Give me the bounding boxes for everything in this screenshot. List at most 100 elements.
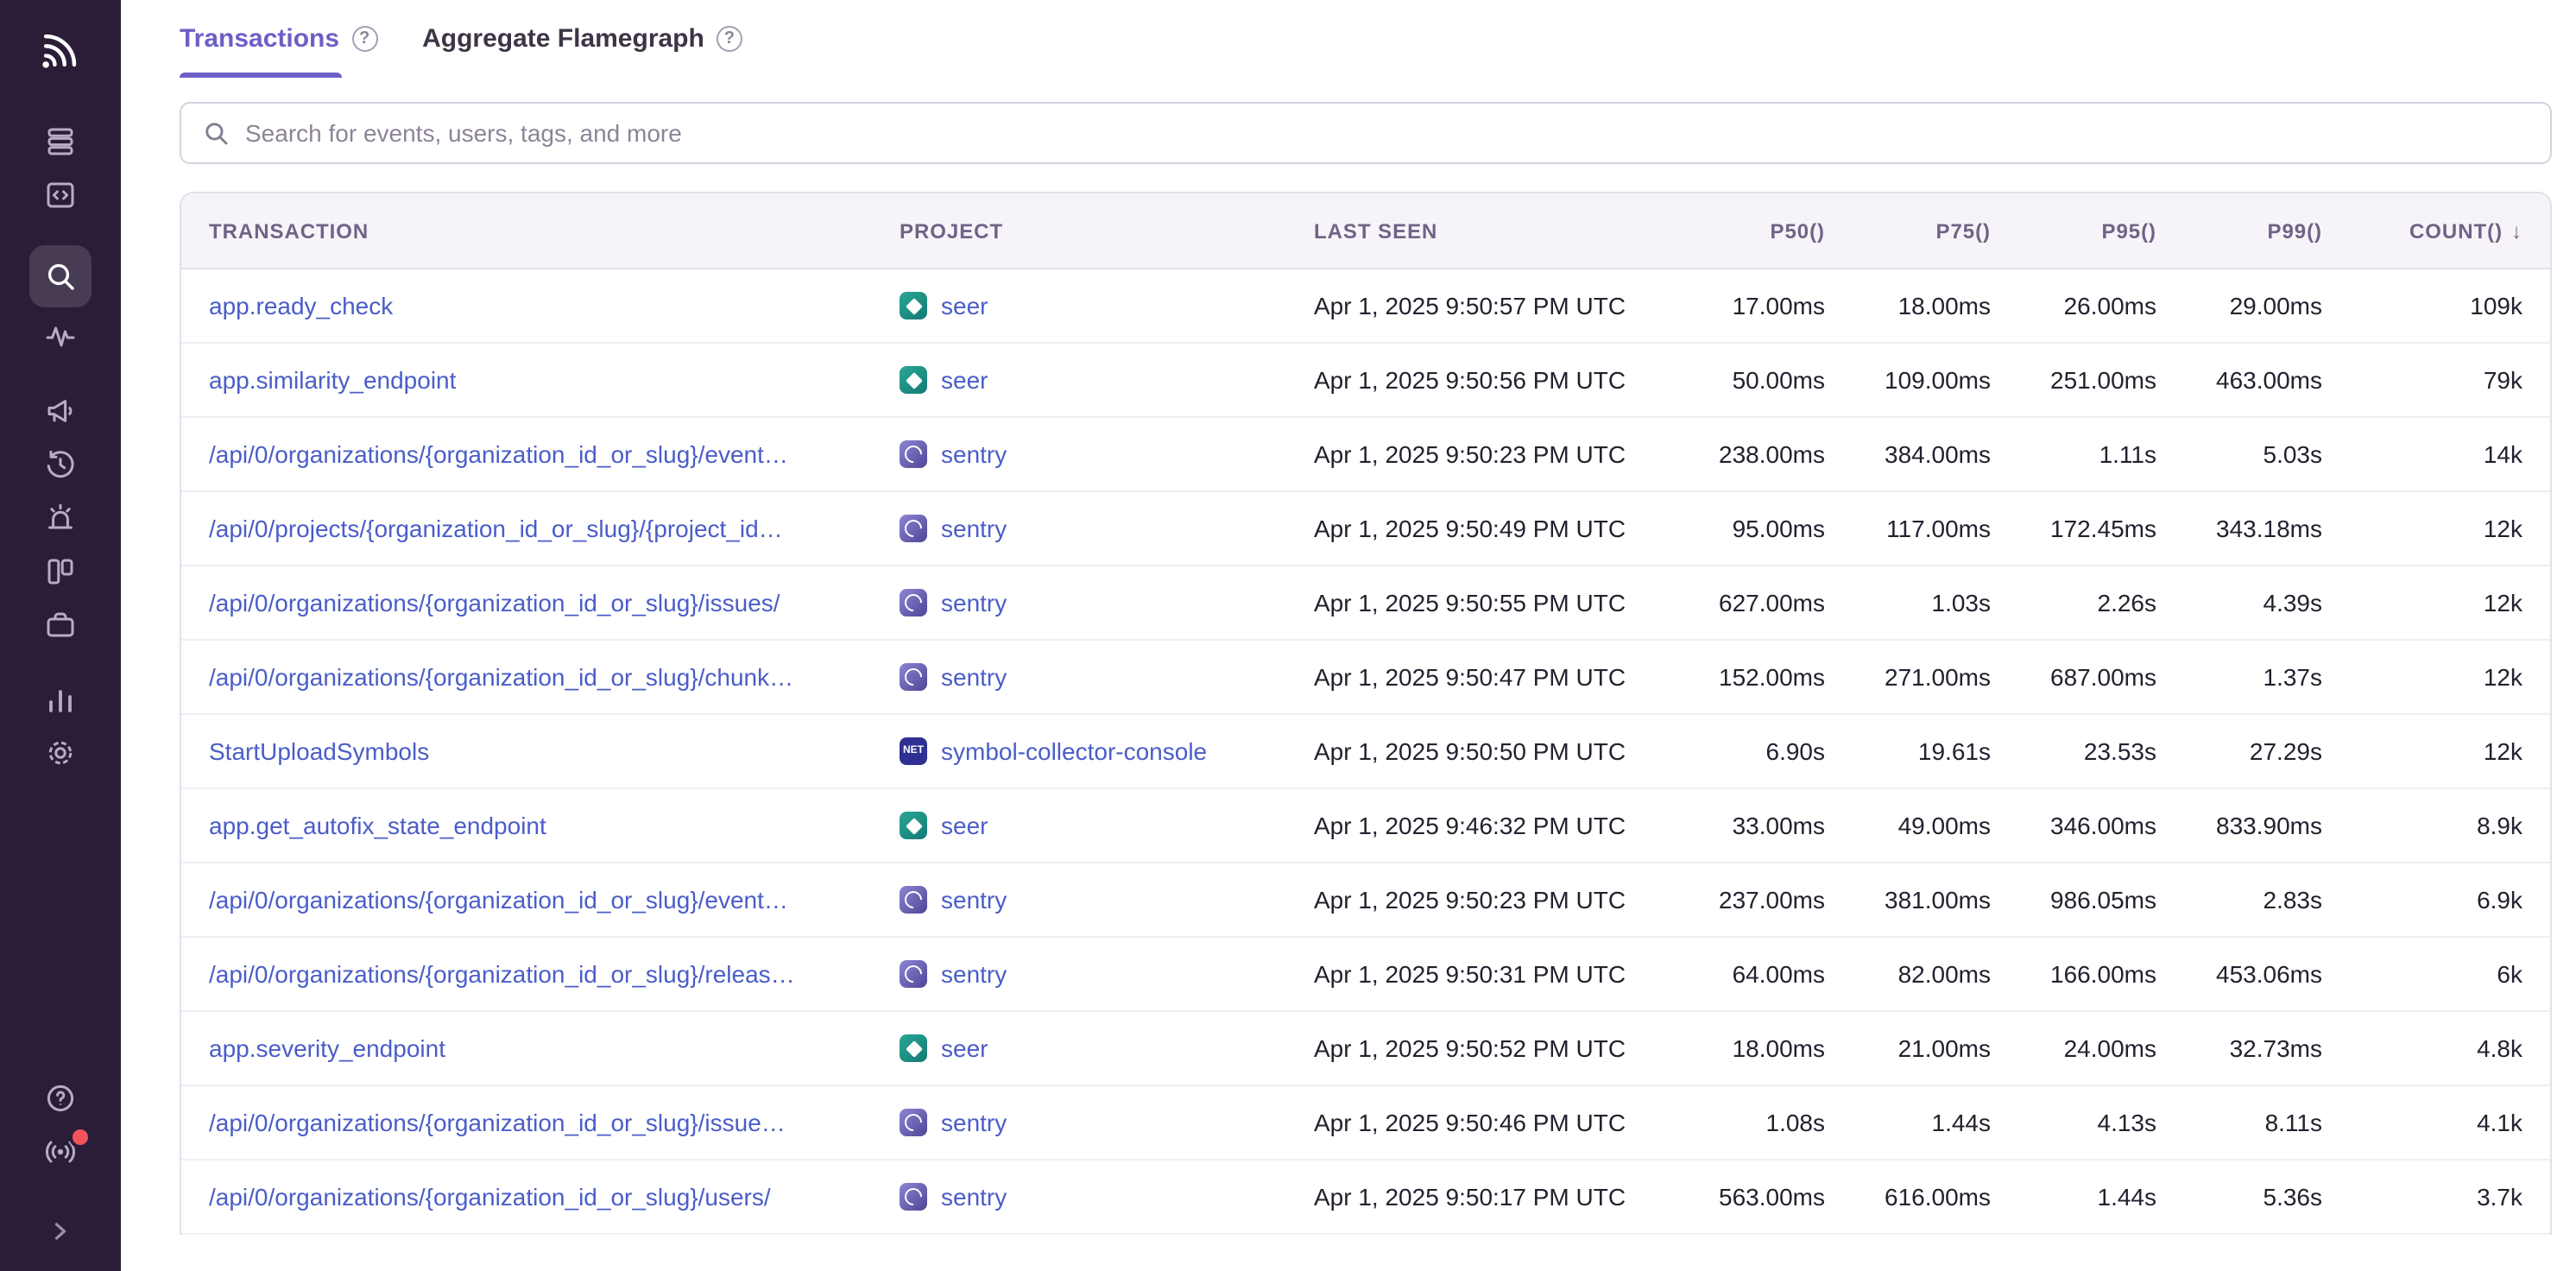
count-value: 12k xyxy=(2350,515,2550,542)
tab-transactions-label: Transactions xyxy=(180,24,339,54)
sidebar-collapse-toggle[interactable] xyxy=(29,1209,92,1254)
last-seen-value: Apr 1, 2025 9:46:32 PM UTC xyxy=(1286,812,1687,839)
p95-value: 251.00ms xyxy=(2018,366,2184,394)
sidebar-item-search[interactable] xyxy=(29,245,92,307)
sidebar-item-alerts[interactable] xyxy=(29,494,92,542)
project-link[interactable]: seer xyxy=(941,292,988,319)
project-link[interactable]: seer xyxy=(941,812,988,839)
last-seen-value: Apr 1, 2025 9:50:23 PM UTC xyxy=(1286,886,1687,914)
project-link[interactable]: symbol-collector-console xyxy=(941,737,1207,765)
p99-value: 27.29s xyxy=(2184,737,2350,765)
table-row: /api/0/organizations/{organization_id_or… xyxy=(181,938,2550,1012)
app: Transactions ? Aggregate Flamegraph ? TR… xyxy=(0,0,2576,1271)
column-header-count[interactable]: COUNT()↓ xyxy=(2350,218,2550,243)
project-link[interactable]: sentry xyxy=(941,1183,1007,1211)
p99-value: 5.03s xyxy=(2184,440,2350,468)
table-header-row: TRANSACTION PROJECT LAST SEEN P50() P75(… xyxy=(181,193,2550,269)
column-header-last-seen[interactable]: LAST SEEN xyxy=(1286,218,1687,243)
table-row: /api/0/organizations/{organization_id_or… xyxy=(181,1086,2550,1160)
transaction-link[interactable]: /api/0/organizations/{organization_id_or… xyxy=(209,589,780,617)
tab-aggregate-flamegraph-label: Aggregate Flamegraph xyxy=(422,24,704,54)
column-header-p95[interactable]: P95() xyxy=(2018,218,2184,243)
transaction-link[interactable]: /api/0/organizations/{organization_id_or… xyxy=(209,960,795,988)
sidebar xyxy=(0,0,121,1271)
sidebar-item-whats-new[interactable] xyxy=(29,1128,92,1176)
p99-value: 833.90ms xyxy=(2184,812,2350,839)
tab-aggregate-flamegraph[interactable]: Aggregate Flamegraph ? xyxy=(422,17,742,78)
sidebar-item-traces[interactable] xyxy=(29,313,92,361)
project-link[interactable]: sentry xyxy=(941,663,1007,691)
transactions-table: TRANSACTION PROJECT LAST SEEN P50() P75(… xyxy=(180,192,2552,1235)
count-value: 8.9k xyxy=(2350,812,2550,839)
project-link[interactable]: sentry xyxy=(941,440,1007,468)
sidebar-item-help[interactable] xyxy=(29,1074,92,1122)
p95-value: 23.53s xyxy=(2018,737,2184,765)
p95-value: 26.00ms xyxy=(2018,292,2184,319)
transaction-link[interactable]: /api/0/organizations/{organization_id_or… xyxy=(209,440,788,468)
table-row: /api/0/organizations/{organization_id_or… xyxy=(181,566,2550,641)
siren-icon xyxy=(43,501,78,535)
transaction-link[interactable]: /api/0/organizations/{organization_id_or… xyxy=(209,663,793,691)
column-header-p50[interactable]: P50() xyxy=(1687,218,1853,243)
search-bar[interactable] xyxy=(180,102,2552,164)
sidebar-item-settings[interactable] xyxy=(29,729,92,777)
sidebar-item-replays[interactable] xyxy=(29,440,92,489)
sidebar-group-3 xyxy=(29,387,92,649)
transaction-link[interactable]: /api/0/organizations/{organization_id_or… xyxy=(209,1109,786,1136)
table-row: app.ready_check seer Apr 1, 2025 9:50:57… xyxy=(181,269,2550,344)
transaction-link[interactable]: /api/0/organizations/{organization_id_or… xyxy=(209,1183,771,1211)
flamegraph-help-icon[interactable]: ? xyxy=(717,26,742,52)
tab-transactions[interactable]: Transactions ? xyxy=(180,17,377,78)
transactions-help-icon[interactable]: ? xyxy=(351,26,377,52)
transaction-link[interactable]: StartUploadSymbols xyxy=(209,737,429,765)
sidebar-item-stats[interactable] xyxy=(29,675,92,724)
last-seen-value: Apr 1, 2025 9:50:23 PM UTC xyxy=(1286,440,1687,468)
project-link[interactable]: sentry xyxy=(941,1109,1007,1136)
sentry-project-icon xyxy=(900,663,927,691)
p99-value: 4.39s xyxy=(2184,589,2350,617)
project-link[interactable]: sentry xyxy=(941,960,1007,988)
table-row: /api/0/projects/{organization_id_or_slug… xyxy=(181,492,2550,566)
transaction-link[interactable]: app.get_autofix_state_endpoint xyxy=(209,812,546,839)
column-header-p75[interactable]: P75() xyxy=(1853,218,2018,243)
sidebar-item-explore[interactable] xyxy=(29,171,92,219)
search-input[interactable] xyxy=(245,119,2529,147)
project-link[interactable]: seer xyxy=(941,1034,988,1062)
transaction-link[interactable]: /api/0/organizations/{organization_id_or… xyxy=(209,886,788,914)
count-value: 4.1k xyxy=(2350,1109,2550,1136)
sidebar-item-dashboards[interactable] xyxy=(29,547,92,596)
transaction-link[interactable]: app.similarity_endpoint xyxy=(209,366,456,394)
issues-icon xyxy=(43,124,78,159)
sentry-project-icon xyxy=(900,589,927,617)
p95-value: 1.11s xyxy=(2018,440,2184,468)
sidebar-item-issues[interactable] xyxy=(29,117,92,166)
sidebar-item-feedback[interactable] xyxy=(29,387,92,435)
project-link[interactable]: sentry xyxy=(941,589,1007,617)
p95-value: 2.26s xyxy=(2018,589,2184,617)
kanban-icon xyxy=(43,554,78,589)
count-value: 109k xyxy=(2350,292,2550,319)
column-header-transaction[interactable]: TRANSACTION xyxy=(181,218,872,243)
project-link[interactable]: sentry xyxy=(941,515,1007,542)
column-header-project[interactable]: PROJECT xyxy=(872,218,1286,243)
p75-value: 18.00ms xyxy=(1853,292,2018,319)
p75-value: 82.00ms xyxy=(1853,960,2018,988)
p50-value: 563.00ms xyxy=(1687,1183,1853,1211)
p75-value: 616.00ms xyxy=(1853,1183,2018,1211)
search-icon xyxy=(202,119,230,147)
column-header-count-label: COUNT() xyxy=(2409,218,2503,243)
transaction-link[interactable]: app.severity_endpoint xyxy=(209,1034,445,1062)
sentry-project-icon xyxy=(900,960,927,988)
table-body: app.ready_check seer Apr 1, 2025 9:50:57… xyxy=(181,269,2550,1235)
sentry-logo[interactable] xyxy=(33,24,88,76)
p75-value: 117.00ms xyxy=(1853,515,2018,542)
project-link[interactable]: sentry xyxy=(941,886,1007,914)
transaction-link[interactable]: app.ready_check xyxy=(209,292,393,319)
project-link[interactable]: seer xyxy=(941,366,988,394)
column-header-p99[interactable]: P99() xyxy=(2184,218,2350,243)
sentry-project-icon xyxy=(900,1109,927,1136)
transaction-link[interactable]: /api/0/projects/{organization_id_or_slug… xyxy=(209,515,783,542)
p50-value: 6.90s xyxy=(1687,737,1853,765)
p50-value: 18.00ms xyxy=(1687,1034,1853,1062)
sidebar-item-projects[interactable] xyxy=(29,601,92,649)
